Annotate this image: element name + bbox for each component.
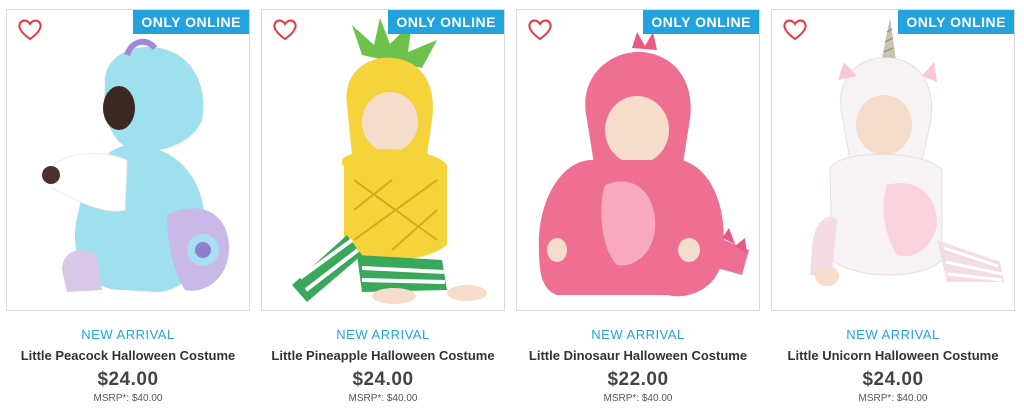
- unicorn-costume-photo: [810, 18, 1004, 286]
- peacock-costume-photo: [42, 38, 230, 292]
- product-msrp: MSRP*: $40.00: [603, 393, 673, 404]
- product-grid: ONLY ONLINE NEW ARRIVAL Little Peacock H…: [0, 0, 1024, 415]
- new-arrival-label: NEW ARRIVAL: [591, 327, 685, 342]
- new-arrival-label: NEW ARRIVAL: [81, 327, 175, 342]
- dinosaur-costume-photo: [538, 32, 749, 297]
- only-online-badge: ONLY ONLINE: [643, 10, 759, 34]
- only-online-badge: ONLY ONLINE: [388, 10, 504, 34]
- product-card: ONLY ONLINE NEW ARRIVAL Little Pineapple…: [261, 9, 505, 409]
- product-card: ONLY ONLINE NEW ARRIVAL Little Peacock H…: [6, 9, 250, 409]
- favorite-heart-icon[interactable]: [272, 18, 298, 42]
- new-arrival-label: NEW ARRIVAL: [336, 327, 430, 342]
- product-price: $24.00: [97, 369, 159, 390]
- new-arrival-label: NEW ARRIVAL: [846, 327, 940, 342]
- favorite-heart-icon[interactable]: [782, 18, 808, 42]
- product-name-link[interactable]: Little Pineapple Halloween Costume: [253, 348, 513, 363]
- favorite-heart-icon[interactable]: [527, 18, 553, 42]
- pineapple-costume-photo: [292, 18, 487, 304]
- product-image-link[interactable]: ONLY ONLINE: [261, 9, 505, 311]
- product-msrp: MSRP*: $40.00: [348, 393, 418, 404]
- product-card: ONLY ONLINE NEW ARRIVAL Little Dinosaur …: [516, 9, 760, 409]
- product-name-link[interactable]: Little Dinosaur Halloween Costume: [508, 348, 768, 363]
- product-price: $24.00: [352, 369, 414, 390]
- product-msrp: MSRP*: $40.00: [93, 393, 163, 404]
- product-msrp: MSRP*: $40.00: [858, 393, 928, 404]
- favorite-heart-icon[interactable]: [17, 18, 43, 42]
- product-image-link[interactable]: ONLY ONLINE: [771, 9, 1015, 311]
- product-image-link[interactable]: ONLY ONLINE: [516, 9, 760, 311]
- product-image-link[interactable]: ONLY ONLINE: [6, 9, 250, 311]
- only-online-badge: ONLY ONLINE: [133, 10, 249, 34]
- product-card: ONLY ONLINE NEW ARRIVAL Little Unicorn H…: [771, 9, 1015, 409]
- product-name-link[interactable]: Little Unicorn Halloween Costume: [763, 348, 1023, 363]
- product-price: $24.00: [862, 369, 924, 390]
- product-name-link[interactable]: Little Peacock Halloween Costume: [0, 348, 258, 363]
- only-online-badge: ONLY ONLINE: [898, 10, 1014, 34]
- product-price: $22.00: [607, 369, 669, 390]
